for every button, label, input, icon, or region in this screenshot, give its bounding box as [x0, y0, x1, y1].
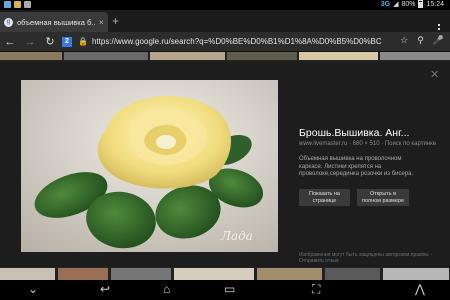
search-icon[interactable]: ⚲	[417, 35, 424, 46]
refresh-icon[interactable]: ↻	[40, 35, 60, 48]
battery-icon	[418, 0, 424, 8]
notification-icon	[14, 1, 21, 8]
results-row-top	[0, 52, 450, 60]
result-thumbnail[interactable]	[58, 268, 108, 280]
preview-image[interactable]: Лада	[21, 80, 278, 252]
visit-page-button[interactable]: Показать на странице	[299, 189, 350, 206]
recent-apps-icon[interactable]: ▭	[224, 282, 235, 296]
watermark-text: Лада	[220, 229, 253, 243]
notification-icon	[4, 1, 11, 8]
result-thumbnail[interactable]	[298, 52, 379, 60]
signal-icon: ◢	[393, 1, 399, 8]
status-bar: 3G ◢ 80% 15:24	[0, 0, 450, 10]
tab-close-icon[interactable]: ×	[99, 18, 104, 27]
clock: 15:24	[426, 0, 444, 8]
new-tab-button[interactable]: +	[112, 15, 119, 27]
battery-percent: 80%	[401, 0, 416, 8]
address-bar: ← → ↻ 2 🔒 https://www.google.ru/search?q…	[0, 32, 450, 52]
system-nav-bar: ⌄ ↩ ⌂ ▭ ⛶ ⋀	[0, 280, 450, 300]
results-row-bottom	[0, 268, 450, 280]
system-indicators: 3G ◢ 80% 15:24	[381, 0, 444, 8]
copyright-note: Изображения могут быть защищены авторски…	[299, 252, 433, 264]
url-actions: ☆ ⚲ 🎤	[400, 35, 444, 46]
tab-title: объемная вышивка б...	[17, 17, 95, 27]
notification-icon	[24, 1, 31, 8]
microphone-icon[interactable]: 🎤	[433, 35, 444, 46]
image-meta: www.livemaster.ru · 680 × 510 · Поиск по…	[299, 141, 437, 147]
url-field[interactable]: https://www.google.ru/search?q=%D0%BE%D0…	[92, 37, 388, 46]
tab-bar: g объемная вышивка б... × +	[0, 10, 450, 34]
result-thumbnail[interactable]	[150, 52, 225, 60]
result-thumbnail[interactable]	[325, 268, 380, 280]
close-icon[interactable]: ✕	[430, 68, 439, 81]
result-thumbnail[interactable]	[380, 52, 450, 60]
flower-brooch-image: Лада	[21, 80, 278, 252]
google-favicon-icon: g	[4, 17, 13, 27]
tab-count-badge[interactable]: 2	[62, 36, 72, 47]
back-arrow-icon[interactable]: ←	[0, 36, 20, 48]
notification-icons	[4, 1, 31, 8]
forward-arrow-icon[interactable]: →	[20, 36, 40, 48]
home-icon[interactable]: ⌂	[163, 282, 170, 296]
network-type: 3G	[380, 0, 391, 8]
keyboard-hide-icon[interactable]: ⌄	[28, 282, 38, 296]
result-thumbnail[interactable]	[383, 268, 449, 280]
image-title[interactable]: Брошь.Вышивка. Анг...	[299, 127, 444, 139]
result-thumbnail[interactable]	[0, 268, 55, 280]
nav-menu-icon[interactable]: ⋀	[415, 282, 425, 296]
bookmark-star-icon[interactable]: ☆	[400, 35, 408, 46]
screenshot-icon[interactable]: ⛶	[312, 282, 320, 297]
lock-icon: 🔒	[78, 37, 88, 46]
view-full-size-button[interactable]: Открыть в полном размере	[357, 189, 409, 206]
result-thumbnail[interactable]	[111, 268, 171, 280]
result-thumbnail[interactable]	[63, 52, 149, 60]
result-thumbnail[interactable]	[257, 268, 322, 280]
result-thumbnail[interactable]	[226, 52, 297, 60]
result-thumbnail[interactable]	[0, 52, 62, 60]
result-thumbnail[interactable]	[174, 268, 254, 280]
browser-tab[interactable]: g объемная вышивка б... ×	[0, 12, 108, 32]
image-description: Объемная вышивка на проволочном каркасе.…	[299, 156, 414, 177]
back-icon[interactable]: ↩	[100, 282, 110, 296]
